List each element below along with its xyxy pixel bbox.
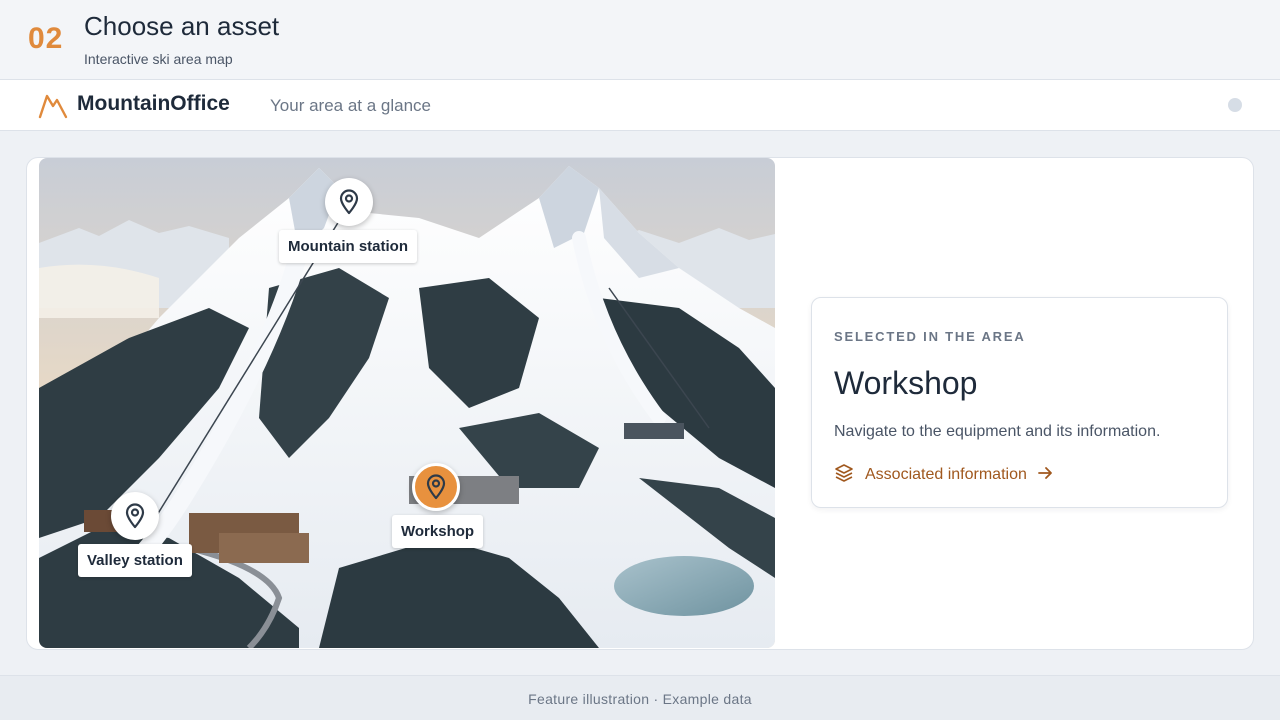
marker-label-workshop[interactable]: Workshop: [392, 515, 484, 548]
marker-label-mountain-station[interactable]: Mountain station: [279, 230, 417, 263]
arrow-right-icon: [1037, 465, 1053, 486]
step-header: 02 Choose an asset Interactive ski area …: [0, 0, 1280, 80]
selection-card: SELECTED IN THE AREA Workshop Navigate t…: [811, 297, 1228, 508]
brand-name[interactable]: MountainOffice: [77, 92, 230, 116]
app-bar: MountainOffice Your area at a glance: [0, 80, 1280, 131]
map-pin-icon: [424, 474, 448, 500]
marker-workshop[interactable]: [412, 463, 460, 511]
ski-area-map[interactable]: Mountain station Workshop Valley station: [39, 158, 775, 648]
marker-valley-station[interactable]: [111, 492, 159, 540]
selection-title: Workshop: [834, 365, 978, 401]
app-tagline: Your area at a glance: [270, 96, 431, 115]
map-pin-icon: [337, 189, 361, 215]
step-number: 02: [28, 22, 64, 55]
step-subtitle: Interactive ski area map: [84, 51, 233, 67]
footer: Feature illustration · Example data: [0, 675, 1280, 720]
marker-label-valley-station[interactable]: Valley station: [78, 544, 192, 577]
marker-mountain-station[interactable]: [325, 178, 373, 226]
associated-information-link[interactable]: Associated information: [834, 463, 1053, 488]
selection-eyebrow: SELECTED IN THE AREA: [834, 329, 1026, 344]
step-title: Choose an asset: [84, 11, 280, 41]
selection-description: Navigate to the equipment and its inform…: [834, 423, 1161, 440]
map-pin-icon: [123, 503, 147, 529]
footer-caption: Feature illustration · Example data: [528, 691, 752, 707]
associated-information-label: Associated information: [865, 466, 1027, 483]
status-indicator: [1228, 98, 1242, 112]
layers-icon: [834, 463, 854, 488]
mountain-icon: [38, 91, 68, 119]
